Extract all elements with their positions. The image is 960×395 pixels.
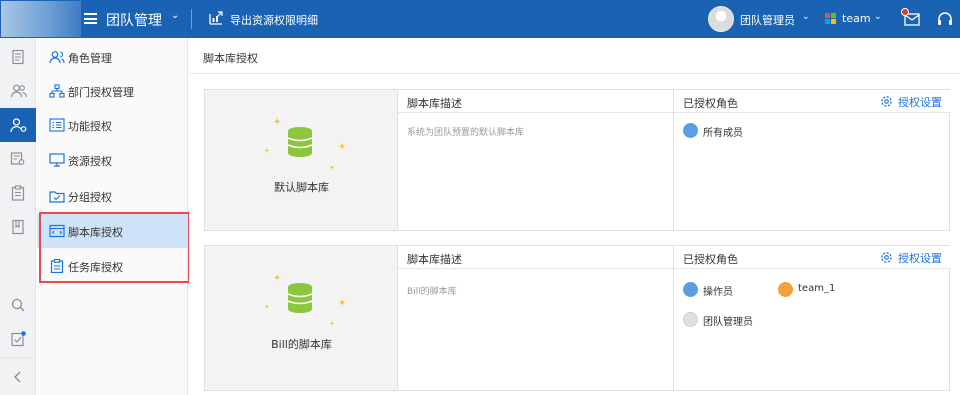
menu-item-resource-auth[interactable]: 资源授权 (37, 143, 188, 177)
description-column: 脚本库描述 系统为团队预置的默认脚本库 (398, 90, 674, 230)
menu-item-label: 资源授权 (68, 155, 112, 168)
team-avatar-icon (778, 282, 793, 297)
description-header: 脚本库描述 (407, 97, 462, 110)
users-icon (49, 51, 65, 64)
highlight-annotation (39, 212, 190, 283)
menu-item-group-auth[interactable]: 分组授权 (37, 179, 188, 213)
icon-rail (0, 38, 36, 395)
breadcrumb: 脚本库授权 (203, 52, 258, 65)
document-icon (12, 49, 24, 65)
menu-item-function-auth[interactable]: 功能授权 (37, 108, 188, 142)
folder-icon (49, 191, 65, 203)
menu-item-label: 角色管理 (68, 52, 112, 65)
list-icon (49, 118, 65, 132)
resource-search-icon (10, 152, 25, 165)
authorized-roles-column: 已授权角色 授权设置 操作员 team_1 团队管理员 (674, 246, 951, 390)
auth-settings-button[interactable]: 授权设置 (880, 94, 942, 109)
sparkle-icon: ✦ (338, 298, 347, 309)
main-content: 脚本库授权 ✦ ✦ ✦ ✦ 默认脚本库 脚本库描述 系统为团队预置的默认脚本库 … (189, 38, 960, 395)
script-library-card: ✦ ✦ ✦ ✦ 默认脚本库 脚本库描述 系统为团队预置的默认脚本库 已授权角色 (204, 89, 951, 231)
clipboard-icon (11, 185, 25, 201)
library-description: Bill的脚本库 (407, 287, 457, 297)
top-bar: 团队管理 ⌄ 导出资源权限明细 团队管理员 ⌄ team ⌄ (0, 0, 960, 38)
menu-icon[interactable] (84, 13, 97, 24)
rail-clipboard-button[interactable] (0, 176, 36, 210)
chevron-down-icon[interactable]: ⌄ (874, 12, 882, 22)
menu-item-label: 部门授权管理 (68, 86, 134, 99)
column-header: 脚本库描述 (398, 90, 673, 113)
rail-team-admin-button[interactable] (0, 108, 36, 142)
group-avatar-icon (683, 282, 698, 297)
sparkle-icon: ✦ (329, 164, 335, 172)
team-logo-icon (825, 13, 836, 24)
library-cover[interactable]: ✦ ✦ ✦ ✦ 默认脚本库 (205, 90, 398, 230)
database-icon (287, 127, 313, 157)
roles-header: 已授权角色 (683, 253, 738, 266)
chevron-down-icon[interactable]: ⌄ (802, 12, 810, 22)
task-check-icon (11, 331, 26, 347)
gear-icon (881, 252, 892, 263)
gear-icon (881, 96, 892, 107)
auth-settings-button[interactable]: 授权设置 (880, 250, 942, 265)
roles-header: 已授权角色 (683, 97, 738, 110)
headset-icon[interactable] (936, 10, 954, 28)
authorized-roles-column: 已授权角色 授权设置 所有成员 (674, 90, 951, 230)
divider (0, 357, 36, 358)
auth-settings-label: 授权设置 (898, 96, 942, 109)
script-library-card: ✦ ✦ ✦ ✦ Bill的脚本库 脚本库描述 Bill的脚本库 已授权角色 授权… (204, 245, 951, 391)
role-label: 操作员 (703, 287, 733, 298)
rail-users-button[interactable] (0, 74, 36, 108)
description-header: 脚本库描述 (407, 253, 462, 266)
book-icon (12, 219, 24, 235)
sparkle-icon: ✦ (264, 147, 270, 155)
users-icon (10, 84, 28, 98)
column-header: 脚本库描述 (398, 246, 673, 269)
menu-item-department-auth[interactable]: 部门授权管理 (37, 74, 188, 108)
menu-item-role-management[interactable]: 角色管理 (37, 40, 188, 74)
user-name[interactable]: 团队管理员 (740, 12, 795, 28)
sparkle-icon: ✦ (329, 320, 335, 328)
export-permissions-button[interactable]: 导出资源权限明细 (230, 12, 318, 28)
column-header: 已授权角色 授权设置 (674, 246, 951, 269)
app-title[interactable]: 团队管理 (106, 10, 162, 30)
group-avatar-icon (683, 123, 698, 138)
menu-item-label: 功能授权 (68, 120, 112, 133)
search-icon (11, 298, 25, 312)
sparkle-icon: ✦ (273, 117, 282, 128)
rail-document-button[interactable] (0, 40, 36, 74)
user-settings-icon (10, 118, 27, 133)
description-column: 脚本库描述 Bill的脚本库 (398, 246, 674, 390)
chevron-left-icon (14, 371, 21, 383)
app-logo[interactable] (1, 1, 81, 37)
rail-resource-button[interactable] (0, 142, 36, 176)
rail-tasks-button[interactable] (0, 322, 36, 356)
column-header: 已授权角色 授权设置 (674, 90, 951, 113)
library-description: 系统为团队预置的默认脚本库 (407, 128, 525, 138)
monitor-icon (49, 153, 65, 167)
role-label: team_1 (798, 283, 836, 294)
library-cover[interactable]: ✦ ✦ ✦ ✦ Bill的脚本库 (205, 246, 398, 390)
export-icon[interactable] (209, 11, 223, 25)
person-avatar-icon (683, 312, 698, 327)
rail-book-button[interactable] (0, 210, 36, 244)
divider (191, 9, 192, 29)
team-switcher[interactable]: team (842, 12, 871, 25)
notification-badge (901, 8, 909, 16)
role-label: 团队管理员 (703, 317, 753, 328)
role-label: 所有成员 (703, 128, 743, 139)
menu-item-label: 分组授权 (68, 191, 112, 204)
user-avatar[interactable] (708, 6, 734, 32)
sparkle-icon: ✦ (264, 303, 270, 311)
sparkle-icon: ✦ (338, 142, 347, 153)
rail-search-button[interactable] (0, 288, 36, 322)
library-name: Bill的脚本库 (271, 338, 332, 351)
collapse-rail-button[interactable] (0, 360, 36, 394)
database-icon (287, 283, 313, 313)
library-name: 默认脚本库 (274, 181, 329, 194)
chevron-down-icon[interactable]: ⌄ (171, 10, 179, 21)
org-chart-icon (49, 84, 65, 98)
sparkle-icon: ✦ (273, 273, 282, 284)
auth-settings-label: 授权设置 (898, 252, 942, 265)
divider (189, 73, 960, 74)
